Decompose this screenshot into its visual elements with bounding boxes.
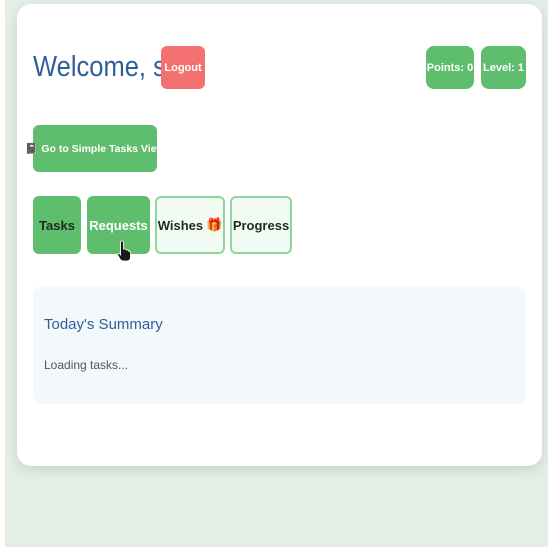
tab-progress[interactable]: Progress	[230, 196, 292, 254]
tab-requests-label: Requests	[89, 217, 148, 233]
summary-title: Today's Summary	[44, 316, 163, 333]
main-card: Welcome, s👋 Logout Points: 0 Level: 1 📓 …	[17, 4, 542, 466]
tab-wishes-label: Wishes	[157, 217, 204, 233]
level-badge: Level: 1	[481, 46, 526, 89]
today-summary-panel: Today's Summary Loading tasks...	[33, 286, 526, 404]
tab-progress-label: Progress	[232, 217, 290, 233]
gift-icon: 🎁	[206, 217, 223, 232]
logout-button[interactable]: Logout	[161, 46, 205, 89]
simple-tasks-view-button[interactable]: 📓 Go to Simple Tasks View	[25, 125, 165, 172]
summary-status-text: Loading tasks...	[44, 358, 129, 372]
tab-tasks-label: Tasks	[39, 217, 75, 233]
tab-tasks[interactable]: Tasks	[33, 196, 81, 254]
points-badge: Points: 0	[426, 46, 474, 89]
hand-cursor-icon	[117, 240, 131, 262]
welcome-text: Welcome, s	[33, 51, 166, 83]
tab-wishes[interactable]: Wishes 🎁	[155, 196, 225, 254]
